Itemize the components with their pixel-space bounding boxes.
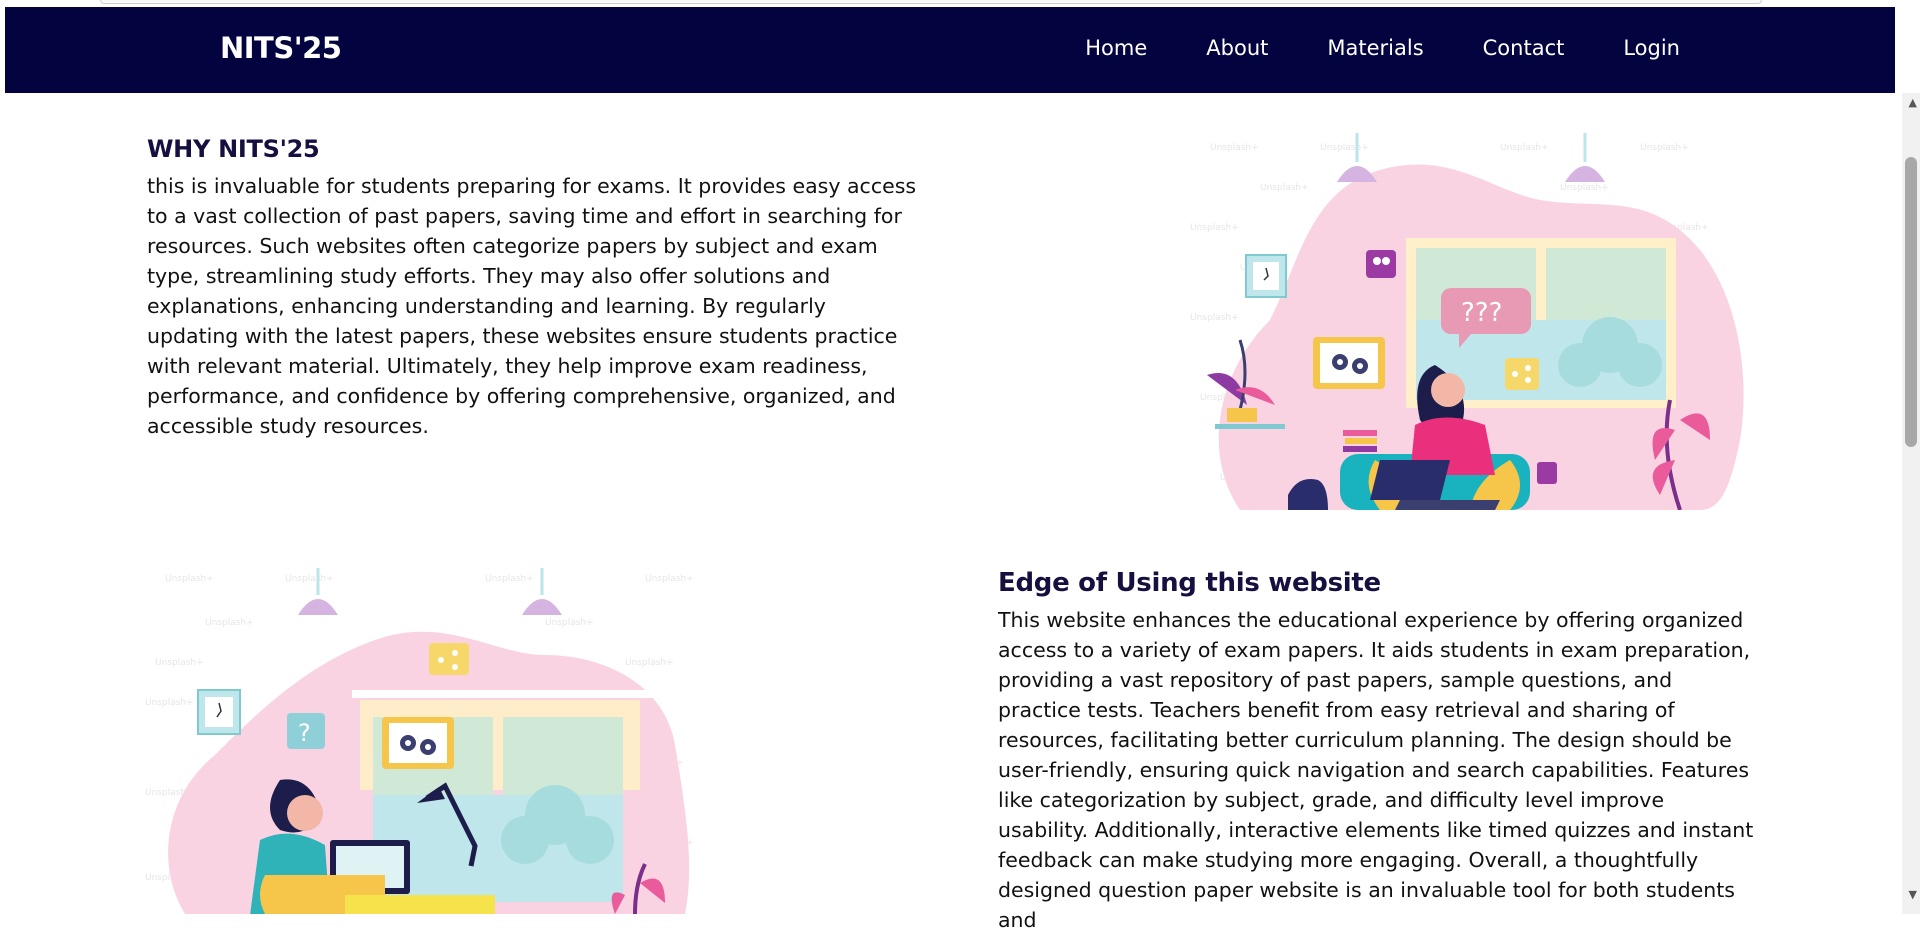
share-icon — [429, 643, 469, 675]
svg-text:Unsplash+: Unsplash+ — [285, 574, 334, 584]
nav-link-home[interactable]: Home — [1085, 36, 1147, 60]
svg-text:Unsplash+: Unsplash+ — [1190, 313, 1239, 323]
question-marks: ??? — [1461, 298, 1502, 328]
pendant-lamp-icon — [298, 599, 338, 615]
svg-text:Unsplash+: Unsplash+ — [1260, 183, 1309, 193]
why-section-text: this is invaluable for students preparin… — [147, 174, 917, 438]
svg-text:?: ? — [298, 719, 311, 747]
nav-link-login[interactable]: Login — [1623, 36, 1680, 60]
share-icon — [1505, 358, 1539, 390]
users-chat-icon — [1366, 250, 1396, 278]
svg-text:Unsplash+: Unsplash+ — [1500, 143, 1549, 153]
svg-text:Unsplash+: Unsplash+ — [625, 658, 674, 668]
edge-section-title: Edge of Using this website — [998, 568, 1381, 598]
scroll-up-arrow-icon[interactable]: ▲ — [1909, 96, 1917, 109]
svg-text:Unsplash+: Unsplash+ — [1320, 143, 1369, 153]
svg-text:Unsplash+: Unsplash+ — [1190, 223, 1239, 233]
svg-text:Unsplash+: Unsplash+ — [165, 574, 214, 584]
svg-text:Unsplash+: Unsplash+ — [485, 574, 534, 584]
scroll-down-arrow-icon[interactable]: ▼ — [1909, 888, 1917, 901]
svg-text:Unsplash+: Unsplash+ — [1560, 183, 1609, 193]
pendant-lamp-icon — [522, 599, 562, 615]
pendant-lamp-icon — [1337, 166, 1377, 182]
nav-link-about[interactable]: About — [1206, 36, 1268, 60]
nav-link-materials[interactable]: Materials — [1327, 36, 1423, 60]
svg-text:Unsplash+: Unsplash+ — [645, 574, 694, 584]
edge-section-text: This website enhances the educational ex… — [998, 608, 1754, 932]
scrollbar-thumb[interactable] — [1905, 157, 1917, 447]
illustration-man-desk: Unsplash+ Unsplash+ Unsplash+ Unsplash+ … — [145, 568, 694, 914]
brand-logo[interactable]: NITS'25 — [220, 31, 342, 65]
svg-text:Unsplash+: Unsplash+ — [1210, 143, 1259, 153]
window-top-bar — [352, 690, 652, 698]
nav-links: Home About Materials Contact Login — [1026, 36, 1680, 60]
books-stack — [1343, 430, 1377, 436]
pendant-lamp-icon — [1565, 166, 1605, 182]
woman-face — [1431, 373, 1465, 407]
browser-top-edge — [100, 0, 1762, 4]
svg-text:Unsplash+: Unsplash+ — [155, 658, 204, 668]
nav-link-contact[interactable]: Contact — [1483, 36, 1565, 60]
svg-text:Unsplash+: Unsplash+ — [205, 618, 254, 628]
svg-text:Unsplash+: Unsplash+ — [545, 618, 594, 628]
svg-text:Unsplash+: Unsplash+ — [1640, 143, 1689, 153]
svg-text:Unsplash+: Unsplash+ — [145, 698, 194, 708]
illustration-woman-laptop: Unsplash+ Unsplash+ Unsplash+ Unsplash+ … — [1190, 133, 1744, 510]
laptop-icon — [1370, 460, 1450, 500]
navbar: NITS'25 Home About Materials Contact Log… — [5, 7, 1895, 93]
desk — [345, 895, 495, 914]
man-face — [287, 795, 323, 831]
why-section-title: WHY NITS'25 — [147, 135, 320, 163]
mug-icon — [1537, 462, 1557, 484]
